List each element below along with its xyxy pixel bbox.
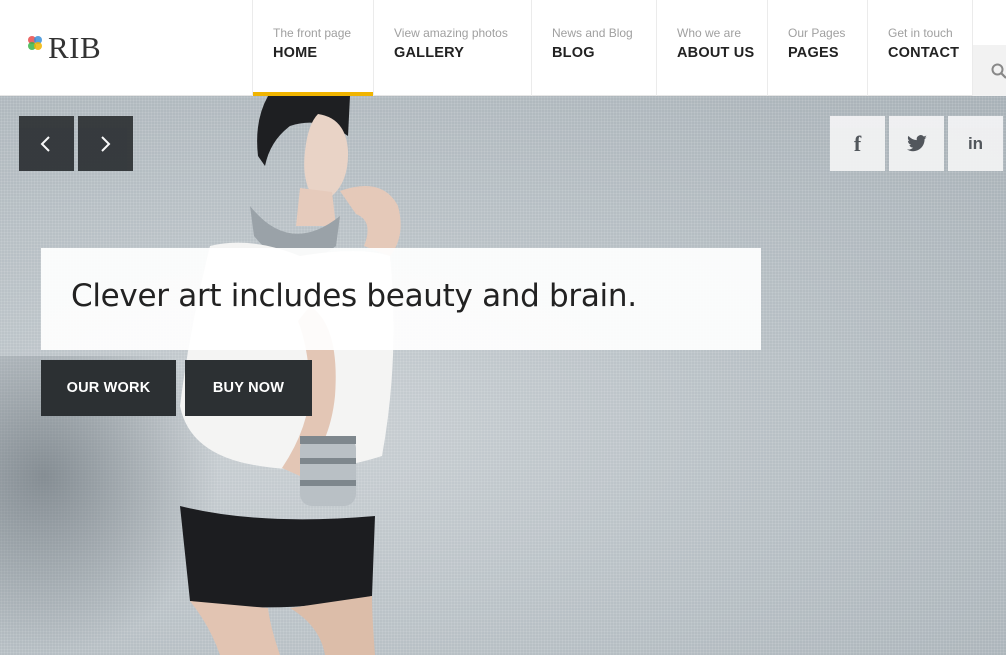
- chevron-right-icon: [101, 136, 111, 152]
- slider-prev-button[interactable]: [19, 116, 74, 171]
- twitter-button[interactable]: [889, 116, 944, 171]
- nav-label: HOME: [273, 45, 318, 61]
- nav-subtitle: The front page: [273, 26, 352, 40]
- nav-subtitle: Our Pages: [788, 26, 846, 40]
- search-button[interactable]: [972, 45, 1006, 96]
- nav-item-blog[interactable]: News and Blog BLOG: [531, 0, 656, 96]
- search-icon: [991, 63, 1006, 79]
- nav-label: CONTACT: [888, 45, 960, 61]
- nav-label: GALLERY: [394, 45, 465, 61]
- nav-label: BLOG: [552, 45, 595, 61]
- nav-subtitle: View amazing photos: [394, 26, 508, 40]
- nav-item-gallery[interactable]: View amazing photos GALLERY: [373, 0, 531, 96]
- chevron-left-icon: [40, 136, 50, 152]
- logo[interactable]: RIB: [28, 30, 101, 66]
- slider-next-button[interactable]: [78, 116, 133, 171]
- linkedin-button[interactable]: in: [948, 116, 1003, 171]
- nav-item-home[interactable]: The front page HOME: [252, 0, 373, 96]
- twitter-icon: [906, 134, 927, 151]
- nav-label: ABOUT US: [677, 45, 755, 61]
- tagline-panel: Clever art includes beauty and brain.: [41, 248, 761, 350]
- hero-slider: f in Clever art includes beauty and brai…: [0, 96, 1006, 655]
- linkedin-icon: in: [967, 133, 984, 153]
- facebook-icon: f: [853, 130, 862, 156]
- nav-subtitle: Get in touch: [888, 26, 953, 40]
- nav-label: PAGES: [788, 45, 839, 61]
- logo-mark-icon: [28, 36, 44, 52]
- nav-subtitle: News and Blog: [552, 26, 633, 40]
- facebook-button[interactable]: f: [830, 116, 885, 171]
- main-nav: The front page HOME View amazing photos …: [252, 0, 972, 96]
- nav-item-contact[interactable]: Get in touch CONTACT: [867, 0, 972, 96]
- nav-divider: [972, 0, 1006, 45]
- brand-name: RIB: [48, 30, 102, 65]
- our-work-button[interactable]: OUR WORK: [41, 360, 176, 416]
- nav-item-pages[interactable]: Our Pages PAGES: [767, 0, 867, 96]
- nav-item-about-us[interactable]: Who we are ABOUT US: [656, 0, 767, 96]
- buy-now-button[interactable]: BUY NOW: [185, 360, 312, 416]
- hero-tagline: Clever art includes beauty and brain.: [71, 278, 637, 314]
- nav-subtitle: Who we are: [677, 26, 742, 40]
- site-header: RIB The front page HOME View amazing pho…: [0, 0, 1006, 96]
